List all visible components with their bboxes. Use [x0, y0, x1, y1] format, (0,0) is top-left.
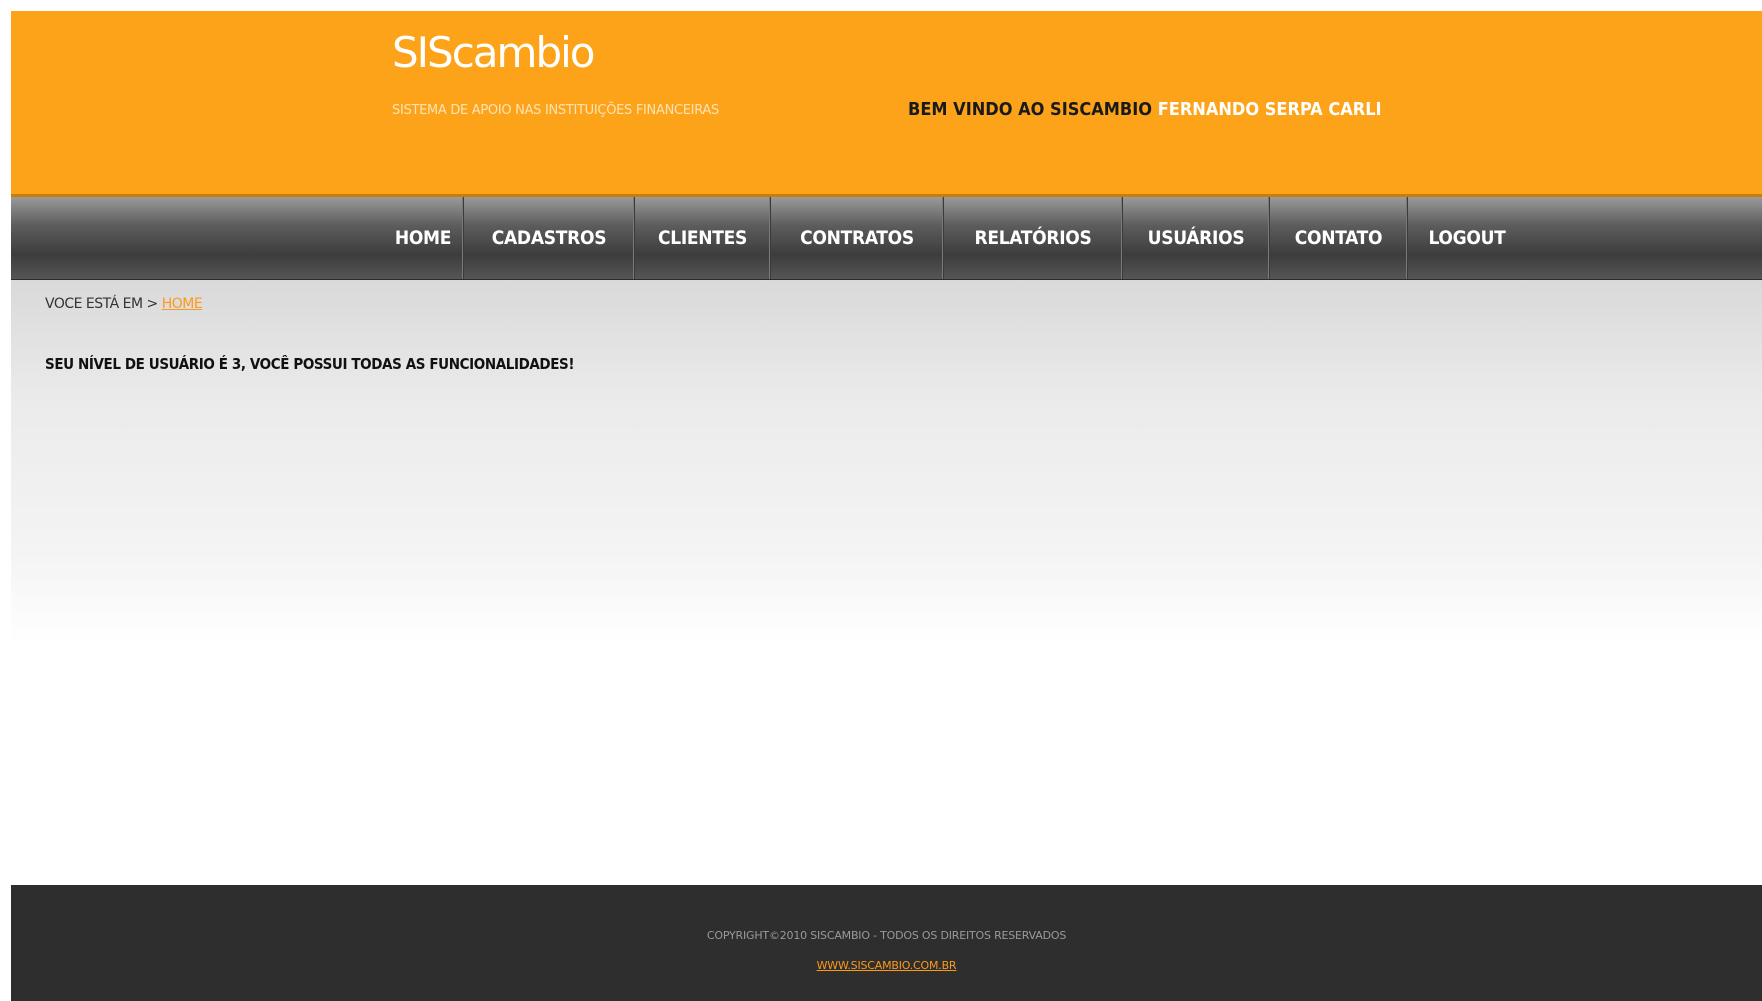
- header: SIScambio SISTEMA DE APOIO NAS INSTITUIÇ…: [11, 11, 1762, 197]
- user-level-notice: SEU NÍVEL DE USUÁRIO É 3, VOCÊ POSSUI TO…: [45, 355, 575, 373]
- nav-items: HOME CADASTROS CLIENTES CONTRATOS RELATÓ…: [383, 197, 1526, 279]
- main-nav: HOME CADASTROS CLIENTES CONTRATOS RELATÓ…: [11, 197, 1762, 280]
- nav-item-cadastros[interactable]: CADASTROS: [464, 197, 635, 279]
- welcome-prefix: BEM VINDO AO SISCAMBIO: [908, 99, 1153, 120]
- breadcrumb: VOCE ESTÁ EM > HOME: [45, 296, 203, 312]
- copyright-text: COPYRIGHT©2010 SISCAMBIO - TODOS OS DIRE…: [706, 929, 1067, 942]
- page: SIScambio SISTEMA DE APOIO NAS INSTITUIÇ…: [11, 11, 1762, 1001]
- footer: COPYRIGHT©2010 SISCAMBIO - TODOS OS DIRE…: [11, 885, 1762, 1001]
- nav-item-logout[interactable]: LOGOUT: [1408, 197, 1526, 279]
- main-content: VOCE ESTÁ EM > HOME SEU NÍVEL DE USUÁRIO…: [11, 280, 1762, 885]
- welcome-user-name: FERNANDO SERPA CARLI: [1157, 99, 1382, 120]
- breadcrumb-prefix: VOCE ESTÁ EM >: [45, 296, 158, 312]
- breadcrumb-link-home[interactable]: HOME: [162, 296, 203, 312]
- nav-item-relatorios[interactable]: RELATÓRIOS: [944, 197, 1123, 279]
- site-tagline: SISTEMA DE APOIO NAS INSTITUIÇÕES FINANC…: [392, 103, 719, 118]
- welcome-message: BEM VINDO AO SISCAMBIO FERNANDO SERPA CA…: [908, 99, 1382, 120]
- nav-item-contratos[interactable]: CONTRATOS: [771, 197, 944, 279]
- footer-site-link-wrap: WWW.SISCAMBIO.COM.BR: [11, 959, 1762, 972]
- nav-item-contato[interactable]: CONTATO: [1270, 197, 1408, 279]
- site-logo[interactable]: SIScambio: [392, 28, 595, 77]
- nav-item-home[interactable]: HOME: [383, 197, 464, 279]
- footer-site-link[interactable]: WWW.SISCAMBIO.COM.BR: [817, 959, 957, 972]
- nav-item-clientes[interactable]: CLIENTES: [635, 197, 771, 279]
- nav-item-usuarios[interactable]: USUÁRIOS: [1123, 197, 1270, 279]
